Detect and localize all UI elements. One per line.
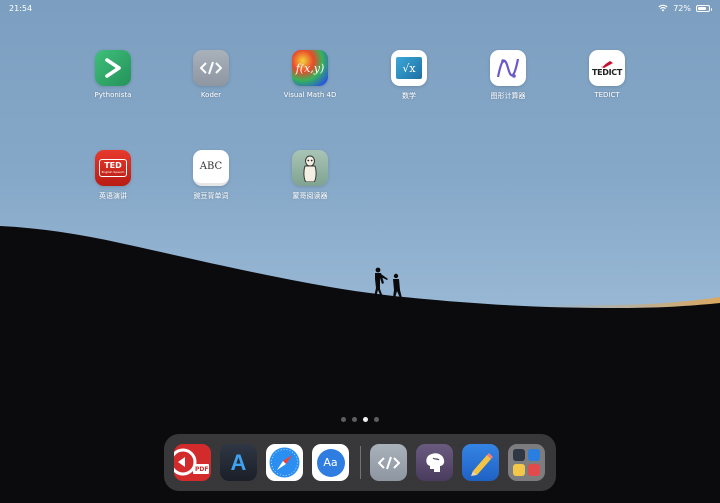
pencil-icon[interactable] — [462, 444, 499, 481]
app-math[interactable]: √x 数学 — [374, 50, 444, 101]
app-label: Visual Math 4D — [283, 91, 337, 99]
safari-icon[interactable] — [266, 444, 303, 481]
abc-glyph: ABC — [199, 161, 223, 172]
app-visual-math-4d[interactable]: f(x,y) Visual Math 4D — [275, 50, 345, 99]
app-abc-vocabulary[interactable]: ABC 豌豆背单词 — [176, 150, 246, 201]
tedict-glyph: TEDICT — [591, 67, 623, 77]
status-right: 72% — [658, 3, 712, 13]
app-label: 英语演讲 — [99, 192, 127, 200]
ted-subglyph: English Speech — [101, 170, 125, 174]
page-dot-active[interactable] — [363, 417, 368, 422]
dock: PDF A Aa — [164, 434, 556, 491]
brain-icon[interactable] — [416, 444, 453, 481]
meerkat-reader-icon[interactable] — [292, 150, 328, 186]
visual-math-glyph: f(x,y) — [295, 61, 325, 75]
folder-mini-a-icon — [513, 449, 525, 461]
app-store-a-icon[interactable]: A — [220, 444, 257, 481]
status-time: 21:54 — [9, 3, 33, 13]
graphing-calculator-icon[interactable] — [490, 50, 526, 86]
app-ted-english-speech[interactable]: TED English Speech 英语演讲 — [78, 150, 148, 201]
tedict-icon[interactable]: TEDICT — [589, 50, 625, 86]
app-label: Pythonista — [94, 91, 132, 99]
page-dot[interactable] — [374, 417, 379, 422]
folder-mini-blue-icon — [528, 449, 540, 461]
aa-glyph: Aa — [323, 456, 338, 469]
battery-percent: 72% — [673, 3, 691, 13]
app-tedict[interactable]: TEDICT TEDICT — [572, 50, 642, 99]
abc-vocab-icon[interactable]: ABC — [193, 150, 229, 186]
wifi-icon — [658, 4, 668, 12]
page-dot[interactable] — [352, 417, 357, 422]
a-glyph: A — [230, 449, 247, 475]
battery-icon — [696, 4, 712, 12]
visual-math-icon[interactable]: f(x,y) — [292, 50, 328, 86]
page-indicator[interactable] — [341, 417, 379, 422]
app-label: 豌豆背单词 — [193, 192, 229, 200]
folder-mini-red-icon — [528, 464, 540, 476]
ted-english-icon[interactable]: TED English Speech — [95, 150, 131, 186]
app-label: 图形计算器 — [490, 92, 526, 100]
app-folder-icon[interactable] — [508, 444, 545, 481]
app-label: Koder — [200, 91, 222, 99]
pdf-expert-icon[interactable]: PDF — [174, 444, 211, 481]
dictionary-icon[interactable]: Aa — [312, 444, 349, 481]
pen-nib-icon — [601, 60, 613, 68]
folder-mini-yellow-icon — [513, 464, 525, 476]
app-label: 数学 — [402, 92, 416, 100]
app-graphing-calculator[interactable]: 图形计算器 — [473, 50, 543, 101]
koder-icon[interactable] — [193, 50, 229, 86]
math-glyph: √x — [402, 61, 416, 75]
page-dot[interactable] — [341, 417, 346, 422]
app-label: 蒙哥阅读器 — [292, 192, 328, 200]
app-label: TEDICT — [594, 91, 620, 99]
math-icon[interactable]: √x — [391, 50, 427, 86]
ted-glyph: TED — [104, 161, 122, 170]
app-koder[interactable]: Koder — [176, 50, 246, 99]
koder-icon[interactable] — [370, 444, 407, 481]
pythonista-icon[interactable] — [95, 50, 131, 86]
app-pythonista[interactable]: Pythonista — [78, 50, 148, 99]
status-bar: 21:54 72% — [0, 0, 720, 16]
app-meerkat-reader[interactable]: 蒙哥阅读器 — [275, 150, 345, 201]
dock-divider — [360, 446, 361, 479]
pdf-label: PDF — [195, 466, 209, 473]
